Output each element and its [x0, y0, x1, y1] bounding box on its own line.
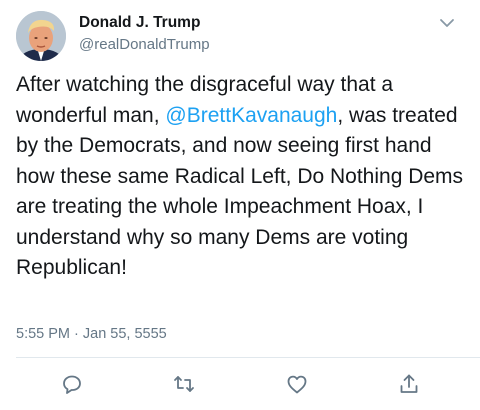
- share-icon[interactable]: [397, 372, 421, 396]
- retweet-icon[interactable]: [172, 372, 196, 396]
- tweet-timestamp[interactable]: 5:55 PM · Jan 55, 5555: [16, 326, 167, 342]
- divider: [16, 357, 480, 358]
- tweet-card: Donald J. Trump @realDonaldTrump After w…: [0, 0, 480, 410]
- chevron-down-icon[interactable]: [437, 13, 457, 33]
- heart-icon[interactable]: [285, 372, 309, 396]
- author-handle[interactable]: @realDonaldTrump: [79, 36, 210, 53]
- avatar[interactable]: [16, 11, 66, 61]
- reply-icon[interactable]: [60, 372, 84, 396]
- author-name[interactable]: Donald J. Trump: [79, 14, 200, 32]
- mention-link[interactable]: @BrettKavanaugh: [165, 104, 337, 127]
- tweet-text-part-2: , was treated by the Democrats, and now …: [16, 103, 464, 280]
- tweet-text: After watching the disgraceful way that …: [16, 70, 471, 284]
- avatar-image: [16, 11, 66, 61]
